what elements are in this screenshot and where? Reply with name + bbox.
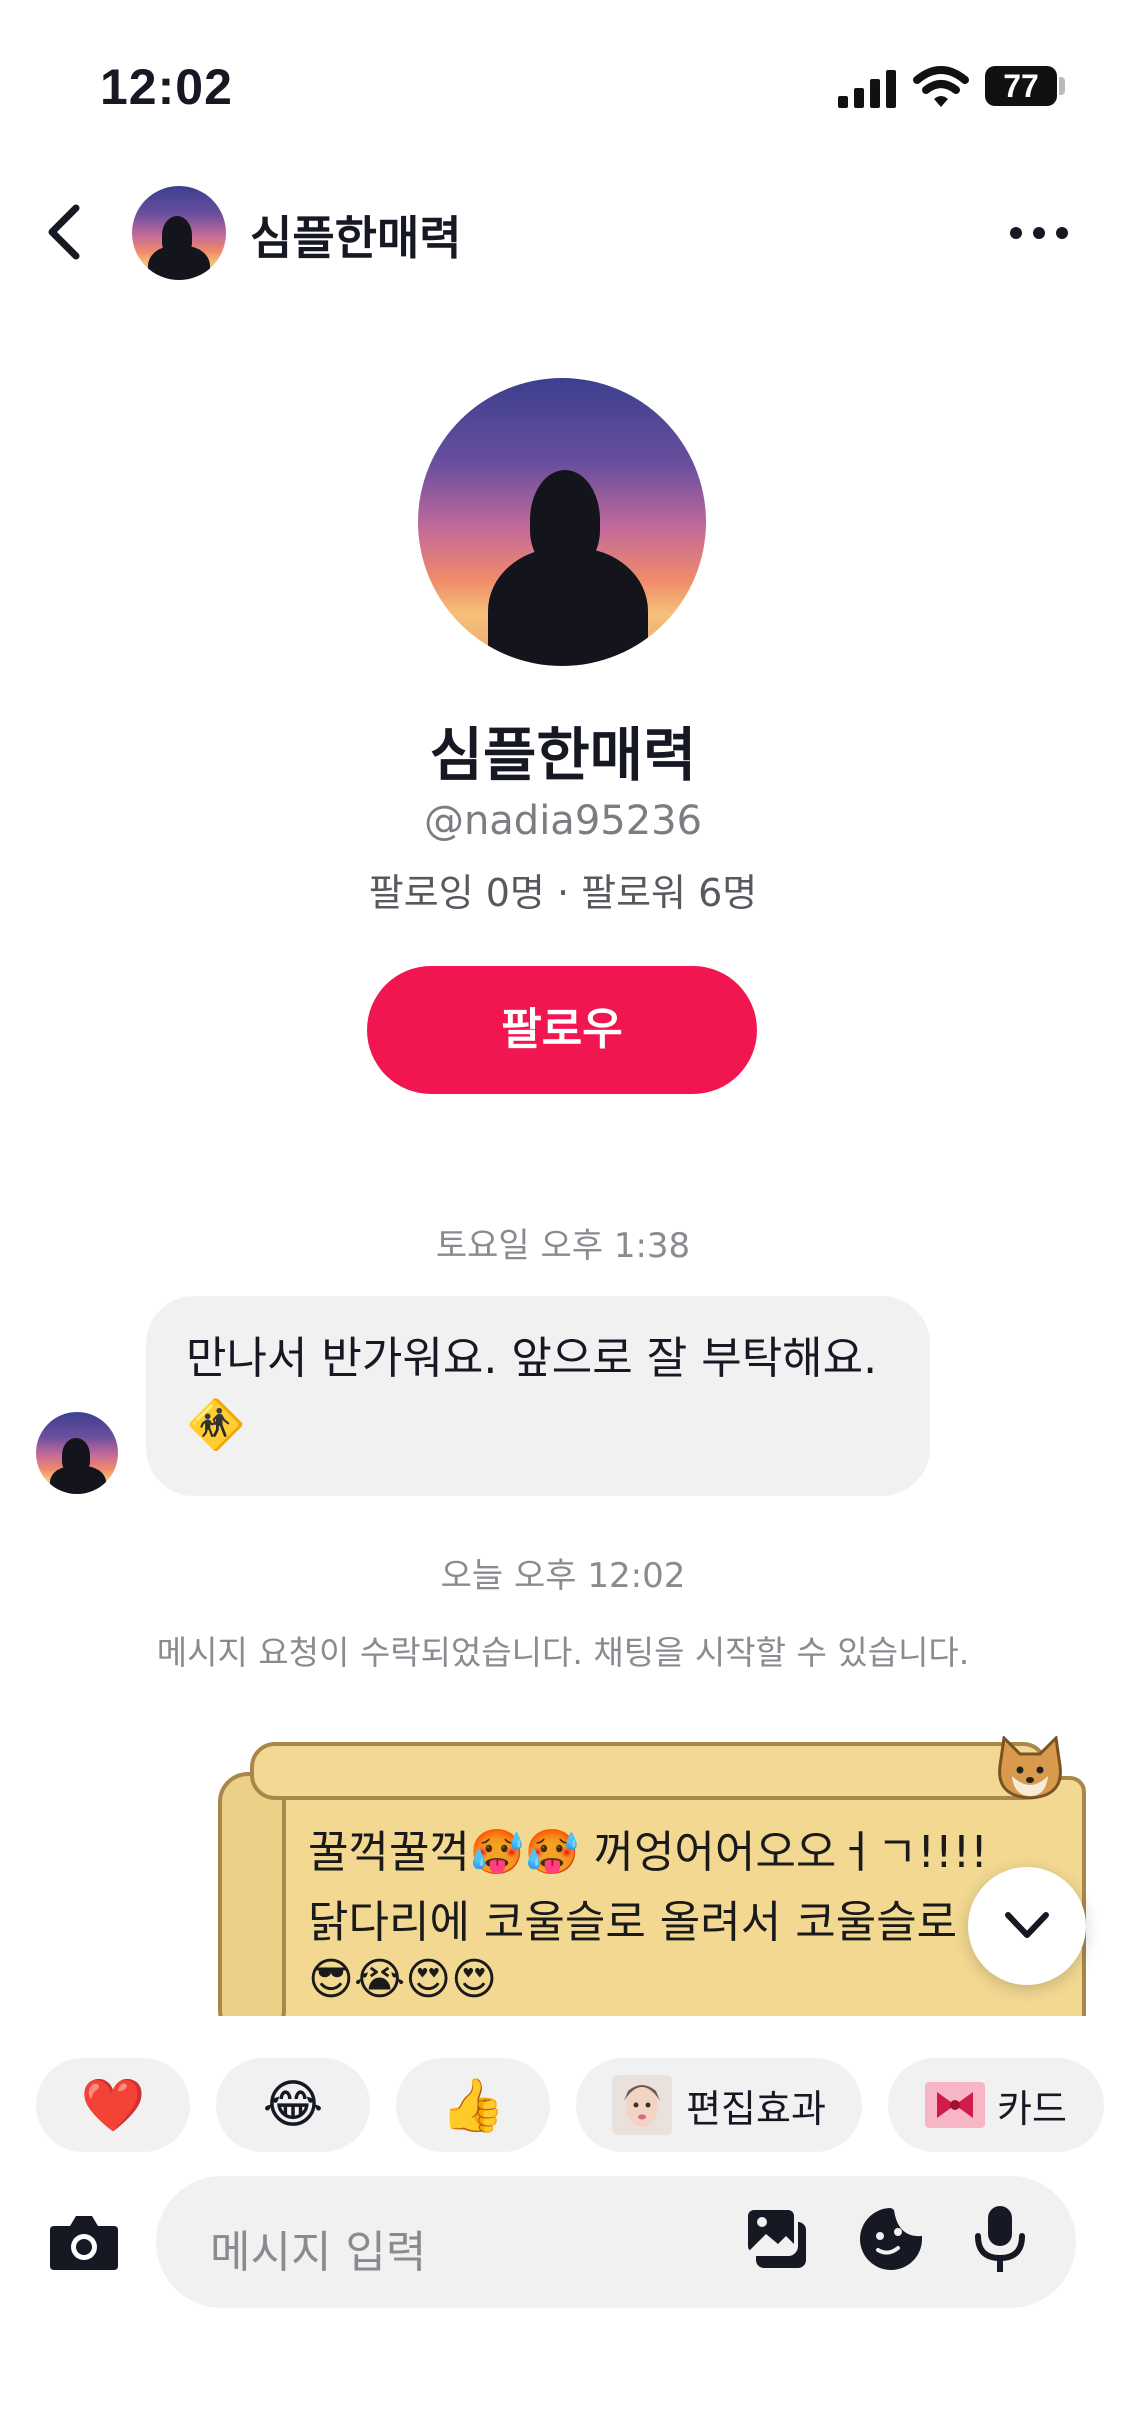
card-text-line-1: 꿀꺽꿀꺽🥵🥵 꺼엉어어오오ㅓㄱ!!!!	[308, 1827, 988, 1878]
chevron-down-icon	[1005, 1912, 1049, 1938]
message-emoji: 🚸	[186, 1397, 246, 1453]
card-scroll-roll	[218, 1772, 286, 2040]
message-input-placeholder: 메시지 입력	[210, 2227, 427, 2278]
card-label: 카드	[997, 2086, 1067, 2131]
card-text-line-2: 닭다리에 코울슬로 올려서 코울슬로	[308, 1897, 958, 1948]
gallery-icon[interactable]	[742, 2204, 810, 2272]
card-button[interactable]: 카드	[888, 2058, 1104, 2152]
heart-icon: ❤️	[80, 2075, 146, 2136]
scroll-down-button[interactable]	[968, 1867, 1086, 1985]
card-message[interactable]: 꿀꺽꿀꺽🥵🥵 꺼엉어어오오ㅓㄱ!!!! 닭다리에 코울슬로 올려서 코울슬로 😎…	[218, 1736, 1086, 2044]
profile-avatar[interactable]	[418, 378, 706, 666]
quick-laugh-button[interactable]: 😂	[216, 2058, 370, 2152]
quick-heart-button[interactable]: ❤️	[36, 2058, 190, 2152]
signal-icon	[838, 70, 896, 108]
quick-thumbs-button[interactable]: 👍	[396, 2058, 550, 2152]
laugh-icon: 😂	[262, 2075, 324, 2135]
effects-button[interactable]: 편집효과	[576, 2058, 862, 2152]
profile-name: 심플한매력	[429, 721, 697, 789]
more-options-icon[interactable]	[1008, 222, 1070, 244]
profile-follow-stats[interactable]: 팔로잉 0명 · 팔로워 6명	[0, 862, 1126, 917]
status-time: 12:02	[100, 59, 233, 115]
battery-indicator: 77	[985, 66, 1057, 106]
header-title[interactable]: 심플한매력	[250, 202, 462, 268]
thumbs-up-icon: 👍	[440, 2075, 506, 2136]
wifi-icon	[913, 66, 969, 107]
follow-button[interactable]: 팔로우	[367, 966, 757, 1094]
gift-card-icon	[925, 2082, 986, 2128]
sticker-icon[interactable]	[858, 2206, 924, 2272]
message-timestamp-today: 오늘 오후 12:02	[440, 1556, 686, 1596]
microphone-icon[interactable]	[972, 2204, 1028, 2276]
effects-label: 편집효과	[686, 2086, 826, 2131]
header-avatar[interactable]	[132, 186, 226, 280]
system-notice: 메시지 요청이 수락되었습니다. 채팅을 시작할 수 있습니다.	[156, 1633, 970, 1672]
camera-icon[interactable]	[48, 2212, 120, 2272]
back-icon[interactable]	[40, 202, 90, 262]
face-effect-icon	[612, 2075, 673, 2135]
message-timestamp: 토요일 오후 1:38	[435, 1226, 691, 1266]
message-text: 만나서 반가워요. 앞으로 잘 부탁해요.	[186, 1333, 878, 1384]
battery-nub	[1059, 77, 1065, 95]
card-text-line-3: 😎😭😍😍	[308, 1954, 498, 2005]
sender-avatar[interactable]	[36, 1412, 118, 1494]
shiba-dog-icon	[998, 1736, 1062, 1800]
card-scroll-top	[250, 1742, 1048, 1800]
profile-handle: @nadia95236	[423, 798, 703, 844]
